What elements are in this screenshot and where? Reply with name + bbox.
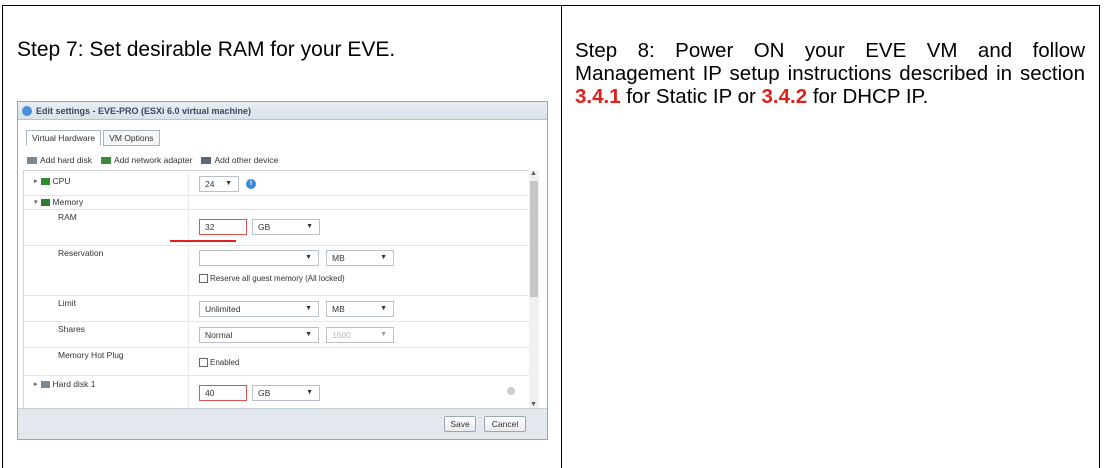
dropdown-arrow-icon: ▼ <box>380 331 387 338</box>
column-divider <box>561 6 562 468</box>
section-ref-static: 3.4.1 <box>575 85 621 108</box>
section-ref-dhcp: 3.4.2 <box>761 85 808 108</box>
dialog-scrollbar[interactable]: ▲ ▼ <box>529 170 539 408</box>
step-8-text-part2: for Static IP or <box>620 85 762 108</box>
reservation-input[interactable]: ▼ <box>199 250 319 266</box>
vm-icon <box>22 105 32 116</box>
reservation-unit-select[interactable]: MB ▼ <box>326 250 394 266</box>
add-hard-disk-label: Add hard disk <box>40 155 92 165</box>
collapse-caret-icon: ▾ <box>34 199 38 206</box>
add-other-device-button[interactable]: Add other device <box>201 155 278 165</box>
reserve-all-checkbox[interactable]: Reserve all guest memory (All locked) <box>199 274 345 283</box>
edit-settings-dialog: Edit settings - EVE-PRO (ESXi 6.0 virtua… <box>17 101 548 440</box>
hard-disk-value: 40 <box>205 388 215 398</box>
hard-disk-icon <box>27 156 37 164</box>
hardware-grid: ▸ CPU 24 ▼ i ▾ Memory RAM 32 GB ▼ Reserv… <box>23 170 532 410</box>
dialog-title: Edit settings - EVE-PRO (ESXi 6.0 virtua… <box>36 105 252 116</box>
hard-disk-unit-select[interactable]: GB ▼ <box>252 385 320 401</box>
dropdown-arrow-icon: ▼ <box>306 223 313 230</box>
tab-virtual-hardware[interactable]: Virtual Hardware <box>26 130 102 146</box>
ram-unit-select[interactable]: GB ▼ <box>252 219 320 235</box>
step-8-text-part3: for DHCP IP. <box>807 85 929 108</box>
hot-plug-row: Memory Hot Plug Enabled <box>24 347 531 376</box>
ram-unit: GB <box>258 222 271 232</box>
step-7-text: Step 7: Set desirable RAM for your EVE. <box>17 38 396 61</box>
cancel-button[interactable]: Cancel <box>484 416 526 432</box>
add-network-adapter-button[interactable]: Add network adapter <box>100 155 193 165</box>
cpu-icon <box>40 177 50 185</box>
checkbox-icon <box>199 358 208 367</box>
dialog-title-bar[interactable]: Edit settings - EVE-PRO (ESXi 6.0 virtua… <box>18 102 547 120</box>
shares-number-input: 1600 ▼ <box>326 327 394 343</box>
cpu-label[interactable]: ▸ CPU <box>34 176 70 186</box>
hard-disk-unit: GB <box>258 388 271 398</box>
hot-plug-label: Memory Hot Plug <box>58 350 124 360</box>
dropdown-arrow-icon: ▼ <box>305 305 312 312</box>
info-icon[interactable]: i <box>246 179 256 189</box>
cpu-row: ▸ CPU 24 ▼ i <box>24 171 531 196</box>
cpu-select[interactable]: 24 ▼ <box>199 176 239 192</box>
dropdown-arrow-icon: ▼ <box>306 389 313 396</box>
memory-label[interactable]: ▾ Memory <box>34 197 83 207</box>
hard-disk-label[interactable]: ▸ Hard disk 1 <box>34 379 96 389</box>
hard-disk-row: ▸ Hard disk 1 40 GB ▼ <box>24 375 531 409</box>
dropdown-arrow-icon: ▼ <box>380 305 387 312</box>
scroll-up-icon[interactable]: ▲ <box>530 170 537 177</box>
dropdown-arrow-icon: ▼ <box>380 254 387 261</box>
remove-device-icon[interactable] <box>507 387 515 395</box>
memory-label-text: Memory <box>52 197 84 207</box>
shares-label: Shares <box>58 324 85 334</box>
scroll-thumb[interactable] <box>530 181 538 297</box>
memory-icon <box>40 198 50 206</box>
reservation-label: Reservation <box>58 248 104 258</box>
expand-caret-icon: ▸ <box>34 381 38 388</box>
hard-disk-size-input[interactable]: 40 <box>199 385 247 401</box>
reservation-unit: MB <box>332 253 345 263</box>
limit-unit-select[interactable]: MB ▼ <box>326 301 394 317</box>
memory-row: ▾ Memory <box>24 195 531 210</box>
add-network-adapter-label: Add network adapter <box>113 155 193 165</box>
limit-value: Unlimited <box>205 304 241 314</box>
hardware-toolbar: Add hard disk Add network adapter Add ot… <box>27 155 287 165</box>
network-adapter-icon <box>100 156 111 164</box>
limit-label: Limit <box>58 298 76 308</box>
reservation-row: Reservation ▼ MB ▼ Reserve all guest mem… <box>24 245 531 296</box>
hot-plug-enabled-label: Enabled <box>210 358 240 367</box>
expand-caret-icon: ▸ <box>34 178 38 185</box>
dropdown-arrow-icon: ▼ <box>305 254 312 261</box>
shares-value: Normal <box>205 330 233 340</box>
ram-label: RAM <box>58 212 77 222</box>
checkbox-icon <box>199 274 208 283</box>
add-other-device-label: Add other device <box>214 155 279 165</box>
shares-select[interactable]: Normal ▼ <box>199 327 319 343</box>
device-icon <box>201 156 212 164</box>
cpu-label-text: CPU <box>52 176 71 186</box>
shares-row: Shares Normal ▼ 1600 ▼ <box>24 321 531 348</box>
step-8-text-part1: Step 8: Power ON your EVE VM and follow … <box>575 39 1085 85</box>
hot-plug-checkbox[interactable]: Enabled <box>199 358 239 367</box>
hard-disk-label-text: Hard disk 1 <box>52 379 96 389</box>
shares-number: 1600 <box>332 330 351 340</box>
dropdown-arrow-icon: ▼ <box>225 180 232 187</box>
hard-disk-icon <box>40 380 50 388</box>
cpu-value: 24 <box>205 179 215 189</box>
limit-select[interactable]: Unlimited ▼ <box>199 301 319 317</box>
dropdown-arrow-icon: ▼ <box>305 331 312 338</box>
ram-highlight-underline <box>170 240 236 242</box>
scroll-down-icon[interactable]: ▼ <box>530 401 537 408</box>
limit-row: Limit Unlimited ▼ MB ▼ <box>24 295 531 322</box>
ram-input[interactable]: 32 <box>199 219 247 235</box>
dialog-tabs: Virtual Hardware VM Options <box>26 130 162 146</box>
limit-unit: MB <box>332 304 345 314</box>
tab-vm-options[interactable]: VM Options <box>103 130 160 146</box>
save-button[interactable]: Save <box>444 416 476 432</box>
step-8-text: Step 8: Power ON your EVE VM and follow … <box>575 39 1085 108</box>
dialog-footer: Save Cancel <box>18 408 547 439</box>
add-hard-disk-button[interactable]: Add hard disk <box>27 155 92 165</box>
ram-row: RAM 32 GB ▼ <box>24 209 531 246</box>
ram-value: 32 <box>205 222 215 232</box>
reserve-all-label: Reserve all guest memory (All locked) <box>210 274 345 283</box>
